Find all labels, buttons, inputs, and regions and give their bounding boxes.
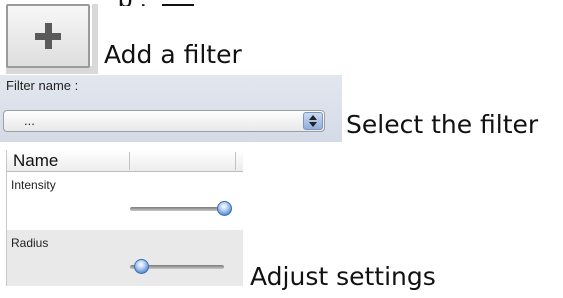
column-divider [129, 152, 130, 170]
intensity-slider-track[interactable] [130, 207, 224, 211]
column-header-name[interactable]: Name [13, 151, 58, 171]
table-row-intensity[interactable]: Intensity [7, 172, 243, 228]
cropped-top-text: p , [118, 0, 563, 6]
filter-select-value: ... [24, 113, 35, 128]
top-strip-text: p , [118, 0, 154, 6]
radius-slider-knob[interactable] [134, 259, 149, 274]
plus-icon [35, 23, 61, 49]
adjust-settings-caption: Adjust settings [250, 262, 436, 291]
select-filter-caption: Select the filter [346, 110, 539, 139]
table-header: Name [7, 150, 243, 172]
filter-name-label: Filter name : [6, 78, 79, 93]
table-row-radius[interactable]: Radius [7, 230, 243, 286]
add-filter-caption: Add a filter [104, 40, 242, 69]
filter-select[interactable]: ... [3, 110, 325, 132]
radius-label: Radius [11, 236, 49, 250]
add-filter-button[interactable] [6, 4, 90, 68]
underline-mark [162, 4, 195, 6]
add-button-shadow-side [92, 4, 98, 72]
updown-arrows-icon[interactable] [303, 112, 323, 130]
intensity-slider-knob[interactable] [217, 201, 232, 216]
settings-table: Name Intensity Radius [6, 150, 243, 286]
intensity-label: Intensity [11, 178, 56, 192]
column-divider [235, 152, 236, 170]
